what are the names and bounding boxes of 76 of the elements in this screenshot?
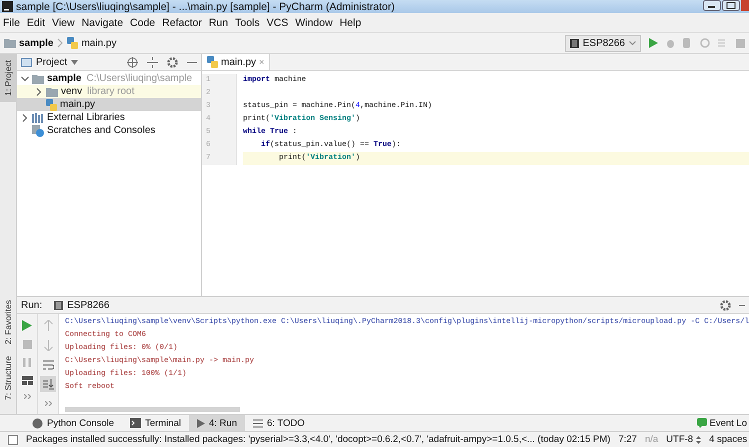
tree-item[interactable]: main.py bbox=[17, 98, 201, 111]
chevron-down-icon[interactable] bbox=[21, 74, 29, 82]
chevron-right-icon[interactable] bbox=[21, 114, 29, 122]
scrollbar[interactable] bbox=[65, 407, 240, 412]
menu-item[interactable]: Code bbox=[130, 16, 156, 28]
soft-wrap-icon[interactable] bbox=[42, 360, 54, 370]
collapse-icon[interactable] bbox=[147, 56, 158, 68]
caret-icon bbox=[71, 60, 78, 64]
layout-icon[interactable] bbox=[22, 376, 32, 385]
settings-icon[interactable] bbox=[167, 56, 178, 68]
menu-item[interactable]: Window bbox=[295, 16, 333, 28]
tool-window-tab[interactable]: 1: Project bbox=[0, 54, 16, 102]
list-icon bbox=[252, 418, 263, 428]
menu-item[interactable]: Refactor bbox=[162, 16, 202, 28]
menu-item[interactable]: VCS bbox=[266, 16, 288, 28]
tree-item[interactable]: Scratches and Consoles bbox=[17, 124, 201, 137]
window-title: sample [C:\Users\liuqing\sample] - ...\main.py [sample] - PyCharm (Administrator) bbox=[16, 0, 395, 12]
scroll-to-end-button[interactable] bbox=[40, 376, 56, 392]
tree-item[interactable]: External Libraries bbox=[17, 111, 201, 124]
tree-item[interactable]: sample C:\Users\liuqing\sample bbox=[17, 72, 201, 85]
run-label: Run: bbox=[21, 300, 42, 310]
scroll-to-end-icon bbox=[42, 378, 54, 390]
breadcrumb[interactable]: sample bbox=[4, 38, 54, 48]
tool-window-tab[interactable]: 7: Structure bbox=[0, 350, 16, 406]
chevron-icon bbox=[57, 38, 64, 48]
chevron-right-icon[interactable] bbox=[35, 88, 43, 96]
menu-item[interactable]: Help bbox=[340, 16, 362, 28]
menu-item[interactable]: Run bbox=[208, 16, 228, 28]
python-file-icon bbox=[46, 98, 57, 110]
menu-item[interactable]: Edit bbox=[26, 16, 46, 28]
run-config-dropdown[interactable]: ESP8266 bbox=[564, 34, 641, 52]
locate-icon[interactable] bbox=[127, 56, 138, 68]
run-icon[interactable] bbox=[649, 38, 658, 48]
event-log-button[interactable]: Event Lo bbox=[696, 418, 749, 428]
device-icon bbox=[570, 38, 579, 48]
encoding-selector[interactable]: UTF-8 bbox=[666, 434, 702, 445]
device-icon bbox=[54, 300, 64, 310]
scratches-icon bbox=[32, 124, 44, 136]
menu-item[interactable]: View bbox=[52, 16, 75, 28]
more-icon[interactable] bbox=[44, 401, 52, 406]
python-icon bbox=[32, 418, 43, 428]
chat-icon bbox=[696, 418, 706, 428]
python-file-icon bbox=[207, 56, 218, 68]
menu-item[interactable]: Navigate bbox=[82, 16, 124, 28]
tool-window-tab[interactable]: 2: Favorites bbox=[0, 294, 16, 350]
rerun-icon[interactable] bbox=[22, 320, 32, 331]
menu-item[interactable]: Tools bbox=[235, 16, 260, 28]
updown-icon bbox=[696, 436, 702, 444]
panel-icon bbox=[21, 58, 32, 66]
path-hint: library root bbox=[87, 86, 134, 97]
app-icon bbox=[2, 1, 13, 12]
tool-window-tab[interactable]: Terminal bbox=[122, 415, 189, 431]
minimize-icon[interactable] bbox=[703, 0, 721, 11]
maximize-icon[interactable] bbox=[722, 0, 740, 11]
caret-icon bbox=[629, 40, 636, 46]
tool-window-tab[interactable]: 6: TODO bbox=[244, 415, 313, 431]
run-tab[interactable]: ESP8266 bbox=[50, 300, 114, 310]
editor-tab[interactable]: main.py × bbox=[202, 54, 270, 70]
status-message: Packages installed successfully: Installed packages: 'pyserial>=3.3,<4.0', 'docopt>=0.6.2,<0.7', 'adafruit-ampy>=1.0.5,<... (today 02:15 PM) bbox=[26, 434, 610, 445]
python-file-icon bbox=[67, 37, 78, 49]
indent-selector[interactable]: 4 spaces bbox=[709, 434, 749, 445]
folder-icon bbox=[4, 38, 16, 48]
path-hint: C:\Users\liuqing\sample bbox=[86, 73, 192, 84]
library-icon bbox=[32, 112, 44, 122]
status-toggle-icon[interactable] bbox=[8, 434, 18, 444]
tool-window-tab[interactable]: Python Console bbox=[24, 415, 122, 431]
vcs-status: n/a bbox=[644, 434, 658, 445]
menu-item[interactable]: File bbox=[3, 16, 20, 28]
caret-position[interactable]: 7:27 bbox=[618, 434, 637, 445]
settings-icon[interactable] bbox=[720, 300, 732, 310]
breadcrumb[interactable]: main.py bbox=[67, 37, 116, 49]
tool-window-tab[interactable]: 4: Run bbox=[188, 415, 245, 431]
terminal-icon bbox=[130, 418, 142, 428]
play-icon bbox=[196, 418, 205, 428]
more-icon[interactable] bbox=[24, 394, 30, 399]
tree-item[interactable]: venv library root bbox=[17, 85, 201, 98]
